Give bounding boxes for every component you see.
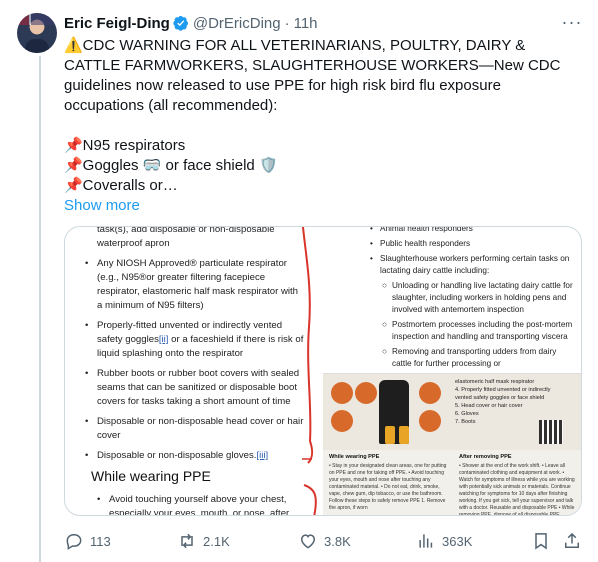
reply-icon [66,534,82,550]
bookmark-button[interactable] [531,530,551,552]
doc-item: Disposable or non-disposable gloves.[iii… [83,449,305,463]
tweet-line: 📌N95 respirators [64,137,186,154]
gloves-icon [331,410,353,432]
doc-item: Public health responders [370,238,575,250]
doc-wearing-list: Avoid touching yourself above your chest… [95,493,305,515]
views-count: 363K [442,533,473,549]
thread-line [39,56,41,562]
bookmark-icon [535,533,547,550]
ppe-poster: elastomeric half mask respirator 4. Prop… [323,373,581,516]
poster-list-item: 6. Gloves [455,411,479,417]
red-annotation-line [302,227,317,515]
separator: · [284,14,290,32]
tweet-actions: 113 2.1K 3.8K 363K [64,530,584,552]
doc-subitem: Removing and transporting udders from da… [382,346,575,370]
verified-badge-icon [173,15,189,31]
tweet-paragraph: ⚠️CDC WARNING FOR ALL VETERINARIANS, POU… [64,37,565,114]
like-button[interactable]: 3.8K [298,530,351,552]
reply-button[interactable]: 113 [64,530,111,552]
document-right-column: Animal health responders Public health r… [370,227,575,373]
doc-item: Avoid touching yourself above your chest… [95,493,305,515]
share-icon [565,532,579,548]
head-cover-icon [419,382,441,404]
repost-icon [181,533,193,549]
boots-icon [419,410,441,432]
reply-count: 113 [90,533,111,549]
doc-item: Any NIOSH Approved® particulate respirat… [83,257,305,313]
footnote-link: [iii] [256,450,269,461]
poster-list: elastomeric half mask respirator 4. Prop… [455,378,565,426]
author-name[interactable]: Eric Feigl-Ding [64,15,170,32]
document-left-column: task(s), add disposable or non-disposabl… [83,227,305,469]
doc-item: Disposable or non-disposable head cover … [83,415,305,443]
boot-icon [399,426,409,444]
qr-code-icon [539,420,563,444]
timestamp[interactable]: 11h [294,15,318,32]
poster-list-item: 4. Properly fitted unvented or indirectl… [455,387,551,401]
share-button[interactable] [562,530,582,552]
avatar[interactable] [17,13,57,53]
heart-icon [300,534,316,549]
doc-item: Animal health responders [370,227,575,235]
tweet-line: 📌Goggles 🥽 or face shield 🛡️ [64,157,278,174]
doc-subitem: Postmortem processes including the post-… [382,319,575,343]
doc-item: Rubber boots or rubber boot covers with … [83,367,305,409]
poster-wearing: While wearing PPE • Stay in your designat… [329,454,447,511]
poster-removing: After removing PPE • Shower at the end of… [459,454,575,516]
doc-item: Properly-fitted unvented or indirectly v… [83,319,305,361]
poster-list-item: 5. Head cover or hair cover [455,403,523,409]
like-count: 3.8K [324,533,351,549]
doc-item: Slaughterhouse workers performing certai… [370,253,575,277]
analytics-icon [419,534,433,548]
poster-list-item: elastomeric half mask respirator [455,379,535,385]
goggles-icon [355,382,377,404]
author-handle[interactable]: @DrEricDing [193,15,281,32]
doc-fragment: task(s), add disposable or non-disposabl… [97,226,275,249]
tweet-header: Eric Feigl-Ding @DrEricDing · 11h [64,14,318,32]
poster-columns: While wearing PPE • Stay in your designat… [329,454,579,516]
more-options-icon[interactable]: ··· [560,12,584,32]
tweet-line: 📌Coveralls or… [64,177,178,194]
attached-image[interactable]: task(s), add disposable or non-disposabl… [64,226,582,516]
doc-heading: While wearing PPE [91,468,211,484]
views-button[interactable]: 363K [416,530,472,552]
tweet-text: ⚠️CDC WARNING FOR ALL VETERINARIANS, POU… [64,36,584,216]
respirator-icon [331,382,353,404]
repost-count: 2.1K [203,533,230,549]
repost-button[interactable]: 2.1K [177,530,230,552]
doc-subitem: Unloading or handling live lactating dai… [382,280,575,316]
show-more-link[interactable]: Show more [64,196,584,216]
boot-icon [385,426,395,444]
